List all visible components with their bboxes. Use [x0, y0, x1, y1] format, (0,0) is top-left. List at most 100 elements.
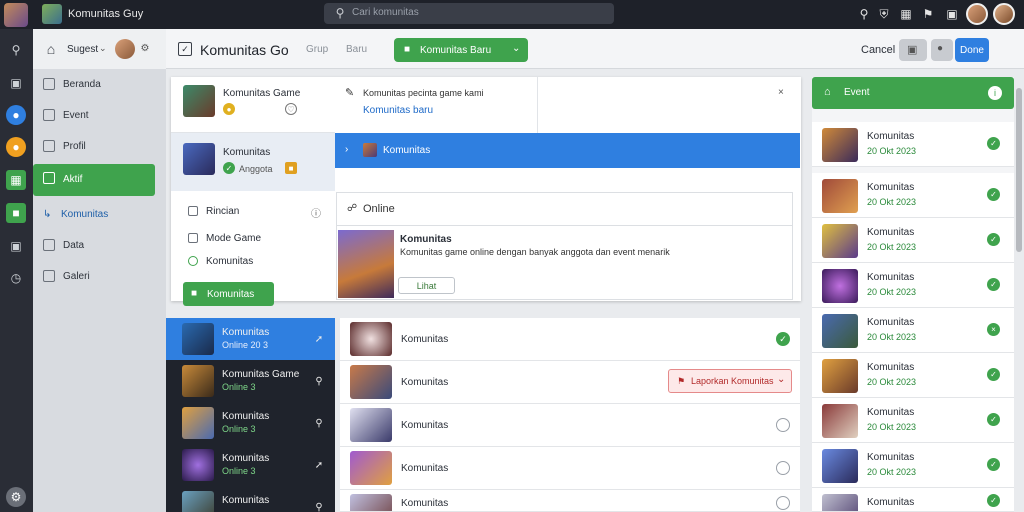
done-button[interactable]: Done [955, 38, 989, 62]
event-item[interactable]: Komunitas 20 Okt 2023 × [812, 308, 1014, 353]
search-icon[interactable]: ⚲ [6, 40, 26, 60]
row-name: Komunitas [401, 463, 449, 474]
table-row[interactable]: Komunitas [340, 447, 800, 490]
chevron-down-icon[interactable]: ⌄ [99, 43, 107, 54]
list-item[interactable]: Komunitas Game Online 3 ⚲ [166, 360, 335, 402]
event-item[interactable]: Komunitas 20 Okt 2023 ✓ [812, 443, 1014, 488]
scrollbar[interactable] [1016, 88, 1022, 252]
check-icon[interactable]: ✓ [987, 458, 1000, 471]
settings-icon[interactable]: ⚙ [139, 42, 151, 54]
detail-link[interactable]: Komunitas baru [363, 105, 433, 116]
nav-item-beranda[interactable]: Beranda [33, 70, 155, 100]
search-icon[interactable]: ⚲ [312, 374, 326, 388]
check-icon[interactable]: ✓ [987, 233, 1000, 246]
globe-icon[interactable]: ● [6, 105, 26, 125]
tab-grup[interactable]: Grup [306, 44, 328, 55]
share-icon[interactable]: ➚ [312, 458, 326, 472]
event-item[interactable]: Komunitas ✓ [812, 488, 1014, 512]
field-mode-game[interactable]: Mode Game [188, 233, 261, 244]
share-icon[interactable]: ➚ [312, 332, 326, 346]
camera-button[interactable]: ● [931, 39, 953, 61]
report-button[interactable]: ⚑ Laporkan Komunitas ⌄ [668, 369, 792, 393]
search-icon[interactable]: ⚲ [856, 6, 872, 22]
circle-icon[interactable] [776, 461, 790, 475]
event-header[interactable]: ⌂ Event i [812, 77, 1014, 109]
app-logo[interactable] [4, 3, 28, 27]
image-button[interactable]: ▣ [899, 39, 927, 61]
event-item[interactable]: Komunitas 20 Okt 2023 ✓ [812, 122, 1014, 167]
avatar[interactable] [993, 3, 1015, 25]
tab-baru[interactable]: Baru [346, 44, 367, 55]
star-icon[interactable]: ● [6, 137, 26, 157]
check-icon[interactable]: ✓ [987, 494, 1000, 507]
nav-header-label[interactable]: Sugest [67, 44, 98, 55]
game-icon[interactable]: ▣ [944, 6, 960, 22]
grid-icon[interactable]: ▦ [898, 6, 914, 22]
list-item[interactable]: Komunitas Online 20 3 ➚ [166, 318, 335, 360]
circle-icon[interactable] [776, 496, 790, 510]
chat-icon[interactable]: ▣ [6, 73, 26, 93]
nav-item-profil[interactable]: Profil [33, 132, 155, 162]
close-icon[interactable]: × [778, 87, 784, 98]
check-icon: ✓ [223, 162, 235, 174]
list-item[interactable]: Komunitas ⚲ [166, 486, 335, 512]
check-icon[interactable]: ✓ [987, 278, 1000, 291]
camera-icon: ● [937, 43, 944, 54]
event-item[interactable]: Komunitas 20 Okt 2023 ✓ [812, 218, 1014, 263]
heart-icon[interactable]: ♡ [285, 103, 297, 115]
list-item[interactable]: Komunitas Online 3 ➚ [166, 444, 335, 486]
check-icon[interactable]: ✓ [776, 332, 790, 346]
chevron-right-icon: › [345, 144, 349, 155]
notice-title: Komunitas [400, 234, 452, 245]
settings-icon[interactable]: ⚙ [6, 487, 26, 507]
edit-icon[interactable]: ✎ [345, 86, 354, 99]
event-item[interactable]: Komunitas 20 Okt 2023 ✓ [812, 263, 1014, 308]
calendar-icon[interactable]: ▦ [6, 170, 26, 190]
search-icon[interactable]: ⚲ [312, 500, 326, 512]
profile-card[interactable]: Komunitas ✓ Anggota ■ [171, 133, 335, 191]
nav-item-galeri[interactable]: Galeri [33, 262, 155, 292]
check-icon[interactable]: ✓ [987, 188, 1000, 201]
checkbox-icon[interactable]: ✓ [178, 42, 192, 56]
home-icon[interactable]: ⌂ [43, 41, 59, 57]
field-rincian[interactable]: Rincian [188, 206, 239, 217]
image-icon[interactable]: ▣ [6, 236, 26, 256]
search-icon[interactable]: ⚲ [312, 416, 326, 430]
field-komunitas[interactable]: Komunitas [188, 256, 253, 267]
check-icon[interactable]: ✓ [987, 413, 1000, 426]
clock-icon[interactable]: ◷ [6, 268, 26, 288]
table-row[interactable]: Komunitas [340, 490, 800, 512]
shield-icon[interactable]: ⛨ [876, 6, 892, 22]
checkbox-icon [188, 206, 198, 217]
table-row[interactable]: Komunitas [340, 404, 800, 447]
check-icon[interactable]: ✓ [987, 137, 1000, 150]
search-input[interactable]: Cari komunitas [352, 7, 419, 18]
close-icon[interactable]: × [987, 323, 1000, 336]
table-row[interactable]: Komunitas ✓ [340, 318, 800, 361]
lock-icon[interactable]: ⚑ [920, 6, 936, 22]
shield-icon[interactable]: ■ [6, 203, 26, 223]
cancel-button[interactable]: Cancel [861, 44, 895, 56]
new-community-button[interactable]: ■ Komunitas Baru ⌄ [394, 38, 528, 62]
event-item[interactable]: Komunitas 20 Okt 2023 ✓ [812, 353, 1014, 398]
info-icon[interactable]: i [988, 86, 1002, 100]
circle-icon[interactable] [776, 418, 790, 432]
event-item[interactable]: Komunitas 20 Okt 2023 ✓ [812, 398, 1014, 443]
check-icon[interactable]: ✓ [987, 368, 1000, 381]
selected-row[interactable]: › Komunitas [335, 133, 800, 168]
community-button[interactable]: ■ Komunitas [183, 282, 274, 306]
nav-item-aktif[interactable]: Aktif [33, 164, 155, 196]
view-button[interactable]: Lihat [398, 277, 455, 294]
nav-item-event[interactable]: Event [33, 101, 155, 131]
event-item[interactable]: Komunitas 20 Okt 2023 ✓ [812, 173, 1014, 218]
avatar[interactable] [115, 39, 135, 59]
event-name: Komunitas [867, 497, 915, 508]
nav-header: ⌂ Sugest ⌄ ⚙ [33, 29, 166, 69]
search-bar[interactable]: ⚲ Cari komunitas [324, 3, 614, 24]
list-item[interactable]: Komunitas Online 3 ⚲ [166, 402, 335, 444]
avatar[interactable] [966, 3, 988, 25]
info-icon[interactable]: ⓘ [311, 205, 321, 220]
nav-item-komunitas[interactable]: ↳ Komunitas [33, 200, 155, 230]
nav-item-data[interactable]: Data [33, 231, 155, 261]
profile-card[interactable]: Komunitas Game ● ♡ [171, 77, 335, 133]
